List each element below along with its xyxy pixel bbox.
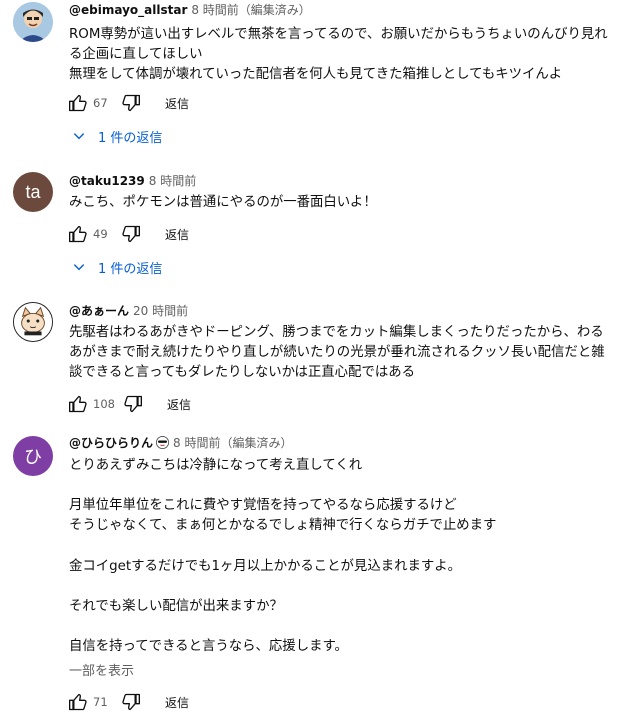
comment-line: 金コイgetするだけでも1ヶ月以上かかることが見込まれますよ。 [69, 558, 462, 574]
like-button[interactable] [66, 222, 90, 246]
comment-line: それでも楽しい配信が出来ますか？ [69, 598, 283, 614]
timestamp[interactable]: 8 時間前（編集済み） [191, 3, 310, 17]
comment-line: 無理をして体調が壊れていった配信者を何人も見てきた箱推しとしてもキツイんよ [69, 67, 563, 82]
sunglasses-emoji-icon [156, 436, 170, 449]
view-replies-button[interactable]: 1 件の返信 [72, 257, 162, 277]
comment-line: 談できると言ってもダレたりしないかは正直心配ではある [69, 365, 416, 380]
avatar[interactable] [13, 2, 53, 42]
thumbs-down-icon [122, 94, 140, 112]
comment-actions: 108 返信 [66, 392, 191, 416]
comment-text: みこち、ポケモンは普通にやるのが一番面白いよ！ [69, 193, 633, 213]
author-name[interactable]: @ひらひらりん [69, 436, 153, 450]
avatar[interactable]: ひ [13, 436, 53, 476]
like-button[interactable] [66, 690, 90, 714]
comment-line: 先駆者はわるあがきやドーピング、勝つまでをカット編集しまくったりだったから、わる [69, 325, 604, 340]
avatar[interactable] [13, 302, 53, 342]
author-name[interactable]: @taku1239 [69, 174, 145, 188]
dislike-button[interactable] [119, 690, 143, 714]
chevron-down-icon [73, 264, 85, 271]
reply-button[interactable]: 返信 [165, 95, 189, 112]
comment-line: みこち、ポケモンは普通にやるのが一番面白いよ！ [69, 195, 377, 210]
replies-count-label: 1 件の返信 [98, 261, 163, 277]
timestamp[interactable]: 8 時間前（編集済み） [173, 436, 292, 450]
comment-line: そうじゃなくて、まぁ何とかなるでしょ精神で行くならガチで止めます [69, 518, 497, 534]
comment-header: @ebimayo_allstar 8 時間前（編集済み） [69, 2, 311, 18]
comment-line: とりあえずみこちは冷静になって考え直してくれ [69, 458, 363, 473]
thumbs-down-icon [122, 225, 140, 243]
thumbs-up-icon [69, 94, 87, 112]
timestamp[interactable]: 8 時間前 [149, 174, 196, 188]
avatar-initials: ひ [24, 447, 42, 467]
comment-line: ROM専勢が這い出すレベルで無茶を言ってるので、お願いだからもうちょいのんびり見… [69, 27, 608, 42]
comment-line: あがきまで耐え続けたりやり直しが続いたりの光景が垂れ流されるクッソ長い配信だと雑 [69, 345, 605, 360]
comment-header: @あぁーん 20 時間前 [69, 303, 188, 319]
like-count: 49 [93, 227, 108, 241]
reply-button[interactable]: 返信 [165, 694, 189, 711]
like-count: 108 [93, 397, 115, 411]
show-less-link[interactable]: 一部を表示 [69, 660, 134, 679]
thumbs-up-icon [69, 395, 87, 413]
comment-header: @taku1239 8 時間前 [69, 173, 196, 189]
reply-button[interactable]: 返信 [167, 396, 191, 413]
comment-line: 月単位年単位をこれに費やす覚悟を持ってやるなら応援するけど [69, 498, 457, 514]
dislike-button[interactable] [119, 91, 143, 115]
comment-actions: 67 返信 [66, 91, 189, 115]
thumbs-down-icon [122, 693, 140, 711]
comment-header: @ひらひらりん 8 時間前（編集済み） [69, 435, 292, 451]
comment-actions: 71 返信 [66, 690, 189, 714]
timestamp[interactable]: 20 時間前 [133, 304, 188, 318]
thumbs-up-icon [69, 693, 87, 711]
comment-line: る企画に直してほしい [69, 47, 203, 62]
like-button[interactable] [66, 91, 90, 115]
reply-button[interactable]: 返信 [165, 226, 189, 243]
like-button[interactable] [66, 392, 90, 416]
thumbs-up-icon [69, 225, 87, 243]
like-count: 67 [93, 96, 108, 110]
comment-actions: 49 返信 [66, 222, 189, 246]
author-name[interactable]: @ebimayo_allstar [69, 3, 187, 17]
avatar[interactable]: ta [13, 172, 53, 212]
cartoon-person-icon [13, 2, 53, 42]
replies-count-label: 1 件の返信 [98, 130, 163, 146]
comment-text: とりあえずみこちは冷静になって考え直してくれ 月単位年単位をこれに費やす覚悟を持… [69, 456, 633, 657]
comment-line: 自信を持ってできると言うなら、応援します。 [69, 639, 348, 655]
dislike-button[interactable] [121, 392, 145, 416]
comment-text: ROM専勢が這い出すレベルで無茶を言ってるので、お願いだからもうちょいのんびり見… [69, 25, 633, 85]
view-replies-button[interactable]: 1 件の返信 [72, 126, 162, 146]
like-count: 71 [93, 695, 108, 709]
comment-text: 先駆者はわるあがきやドーピング、勝つまでをカット編集しまくったりだったから、わる… [69, 323, 633, 383]
thumbs-down-icon [124, 395, 142, 413]
chevron-down-icon [73, 133, 85, 140]
dislike-button[interactable] [119, 222, 143, 246]
avatar-initials: ta [25, 181, 41, 202]
cat-face-icon [14, 303, 52, 341]
author-name[interactable]: @あぁーん [69, 304, 129, 318]
